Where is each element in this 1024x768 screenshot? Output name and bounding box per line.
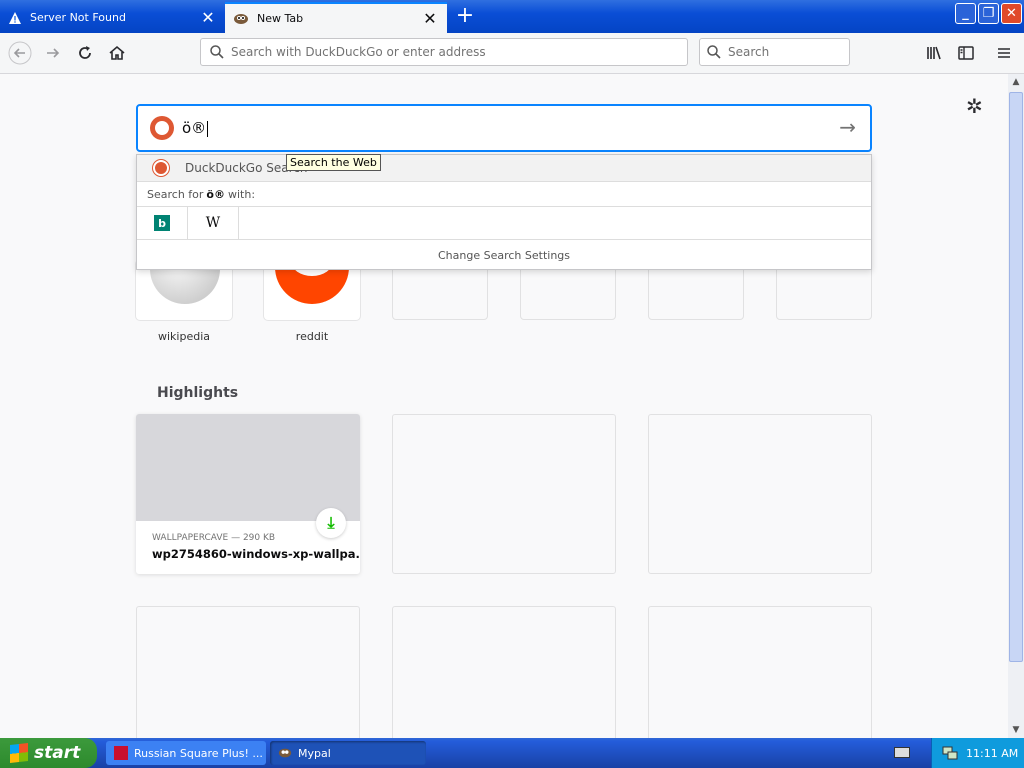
restore-button[interactable]: ❐: [978, 3, 999, 24]
minimize-button[interactable]: _: [955, 3, 976, 24]
tab-bar: Server Not Found ✕ New Tab ✕ + _ ❐ ✕: [0, 0, 1024, 33]
reload-button[interactable]: [71, 39, 99, 67]
taskbar-item-label: Russian Square Plus! ...: [134, 746, 263, 760]
engine-bing[interactable]: b: [137, 207, 188, 239]
tab-server-not-found[interactable]: Server Not Found ✕: [0, 2, 225, 33]
system-tray: 11:11 AM: [931, 738, 1024, 768]
hamburger-menu-icon: [998, 48, 1010, 58]
url-placeholder: Search with DuckDuckGo or enter address: [231, 45, 486, 59]
library-icon: [927, 46, 941, 60]
top-site-label: wikipedia: [157, 330, 210, 343]
highlight-card-empty: [392, 606, 616, 738]
url-bar[interactable]: Search with DuckDuckGo or enter address: [200, 38, 688, 66]
go-arrow-icon[interactable]: →: [839, 115, 856, 139]
ntp-search-input[interactable]: ö® →: [136, 104, 872, 152]
tab-title: Server Not Found: [30, 11, 126, 24]
suggestion-row[interactable]: DuckDuckGo Search: [137, 155, 871, 182]
windows-flag-icon: [10, 743, 28, 763]
duckduckgo-icon: [150, 116, 174, 140]
highlight-title: wp2754860-windows-xp-wallpa...: [152, 547, 360, 561]
search-for-row: Search for ö® with:: [137, 182, 871, 207]
library-button[interactable]: [920, 39, 948, 67]
highlight-card[interactable]: ⤓ WALLPAPERCAVE — 290 KB wp2754860-windo…: [136, 414, 360, 574]
back-button[interactable]: [6, 39, 34, 67]
mypal-icon: [278, 748, 292, 758]
close-window-button[interactable]: ✕: [1001, 3, 1022, 24]
scroll-down-icon[interactable]: ▼: [1008, 722, 1024, 738]
highlight-card-empty: [648, 606, 872, 738]
close-tab-icon[interactable]: ✕: [421, 9, 439, 28]
duckduckgo-icon: [153, 160, 169, 176]
highlight-card-empty: [136, 606, 360, 738]
bing-icon: b: [154, 215, 170, 231]
scroll-thumb[interactable]: [1009, 92, 1023, 662]
keyboard-icon[interactable]: [894, 747, 910, 758]
network-icon[interactable]: [942, 745, 958, 761]
back-arrow-icon: [8, 41, 32, 65]
gear-icon[interactable]: ✲: [966, 94, 983, 118]
change-search-settings-button[interactable]: Change Search Settings: [137, 240, 871, 270]
tab-title: New Tab: [257, 12, 304, 25]
tab-new-tab[interactable]: New Tab ✕: [225, 2, 447, 33]
highlight-card-empty: [648, 414, 872, 574]
one-off-engines: b W: [137, 207, 871, 240]
taskbar-item-mypal[interactable]: Mypal: [270, 741, 426, 765]
home-button[interactable]: [103, 39, 131, 67]
sidebar-button[interactable]: [952, 39, 980, 67]
forward-arrow-icon: [47, 48, 60, 58]
highlight-thumbnail: [136, 414, 360, 521]
scroll-up-icon[interactable]: ▲: [1008, 74, 1024, 90]
highlights-heading: Highlights: [157, 385, 239, 401]
close-tab-icon[interactable]: ✕: [199, 8, 217, 27]
search-icon: [210, 45, 224, 59]
taskbar-item-russian-square[interactable]: Russian Square Plus! ...: [106, 741, 266, 765]
download-icon: ⤓: [316, 508, 346, 538]
top-site-label: reddit: [295, 330, 329, 343]
start-label: start: [34, 743, 81, 763]
wikipedia-icon: W: [205, 215, 221, 231]
taskbar: start Russian Square Plus! ... Mypal 11:…: [0, 738, 1024, 768]
warning-icon: [9, 11, 21, 24]
new-tab-button[interactable]: +: [452, 4, 478, 28]
taskbar-item-label: Mypal: [298, 746, 331, 760]
menu-button[interactable]: [990, 39, 1018, 67]
highlight-card-empty: [392, 414, 616, 574]
sidebar-icon: [958, 46, 974, 60]
search-value: ö®: [182, 119, 207, 137]
russian-square-icon: [114, 746, 128, 760]
forward-button[interactable]: [39, 39, 67, 67]
navigation-toolbar: Search with DuckDuckGo or enter address …: [0, 33, 1024, 74]
search-bar[interactable]: Search: [699, 38, 850, 66]
clock[interactable]: 11:11 AM: [966, 747, 1018, 760]
search-suggestions-dropdown: DuckDuckGo Search Search for ö® with: b …: [136, 154, 872, 270]
reload-icon: [79, 46, 91, 59]
start-button[interactable]: start: [0, 738, 97, 768]
home-icon: [109, 45, 125, 60]
page-scrollbar[interactable]: ▲ ▼: [1008, 74, 1024, 738]
mypal-icon: [234, 13, 248, 24]
search-icon: [707, 45, 721, 59]
tooltip: Search the Web: [286, 154, 381, 171]
new-tab-page: ✲ wikipedia reddit Highlights ⤓ WALLPAPE…: [0, 74, 1008, 738]
engine-wikipedia[interactable]: W: [188, 207, 239, 239]
highlight-source: WALLPAPERCAVE — 290 KB: [152, 533, 276, 543]
search-placeholder: Search: [728, 45, 770, 59]
